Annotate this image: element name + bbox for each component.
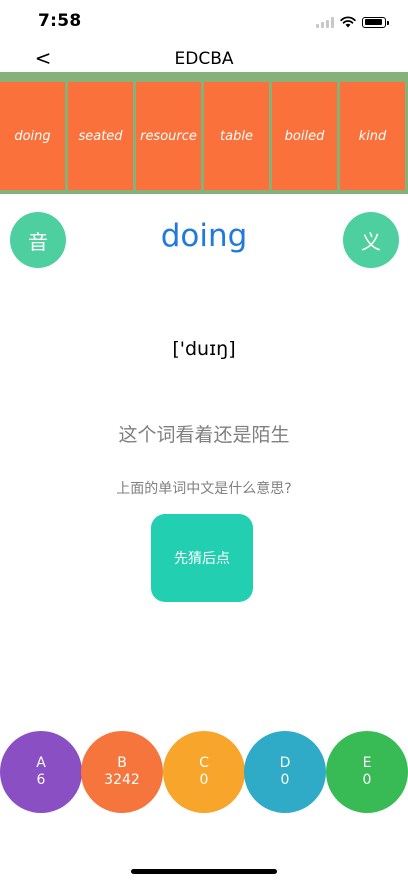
option-count: 0: [199, 772, 209, 788]
option-count: 0: [362, 772, 372, 788]
cellular-signal-icon: [316, 16, 334, 28]
word-tile-doing[interactable]: doing: [0, 82, 65, 190]
option-letter: D: [279, 755, 291, 771]
status-time: 7:58: [38, 11, 82, 31]
status-icons: [316, 15, 389, 29]
option-a-button[interactable]: A 6: [0, 731, 82, 813]
word-tile-kind[interactable]: kind: [340, 82, 405, 190]
word-tile-boiled[interactable]: boiled: [272, 82, 337, 190]
option-count: 0: [280, 772, 290, 788]
option-letter: A: [36, 755, 46, 771]
option-count: 6: [36, 772, 46, 788]
home-indicator[interactable]: [131, 869, 277, 874]
word-tile-resource[interactable]: resource: [136, 82, 201, 190]
option-letter: C: [199, 755, 209, 771]
pronunciation-button[interactable]: 音: [10, 212, 66, 268]
word-tiles: doing seated resource table boiled kind: [0, 82, 405, 194]
word-tile-table[interactable]: table: [204, 82, 269, 190]
option-count: 3242: [104, 772, 140, 788]
option-letter: B: [117, 755, 127, 771]
phonetic-transcription: ['duɪŋ]: [172, 338, 236, 360]
wifi-icon: [340, 16, 356, 28]
question-text: 上面的单词中文是什么意思?: [116, 481, 292, 497]
page-title: EDCBA: [174, 49, 234, 69]
option-b-button[interactable]: B 3242: [81, 731, 163, 813]
nav-bar: < EDCBA: [0, 44, 408, 74]
current-word: doing: [160, 218, 248, 254]
option-letter: E: [362, 755, 372, 771]
option-e-button[interactable]: E 0: [326, 731, 408, 813]
unfamiliar-prompt: 这个词看着还是陌生: [118, 424, 290, 446]
option-c-button[interactable]: C 0: [163, 731, 245, 813]
option-d-button[interactable]: D 0: [244, 731, 326, 813]
battery-icon: [362, 16, 389, 28]
answer-options: A 6 B 3242 C 0 D 0 E 0: [0, 731, 408, 813]
word-tile-seated[interactable]: seated: [68, 82, 133, 190]
word-strip: doing seated resource table boiled kind: [0, 72, 408, 194]
status-bar: 7:58: [0, 0, 408, 44]
meaning-button[interactable]: 义: [343, 212, 399, 268]
guess-button[interactable]: 先猜后点: [151, 514, 253, 602]
